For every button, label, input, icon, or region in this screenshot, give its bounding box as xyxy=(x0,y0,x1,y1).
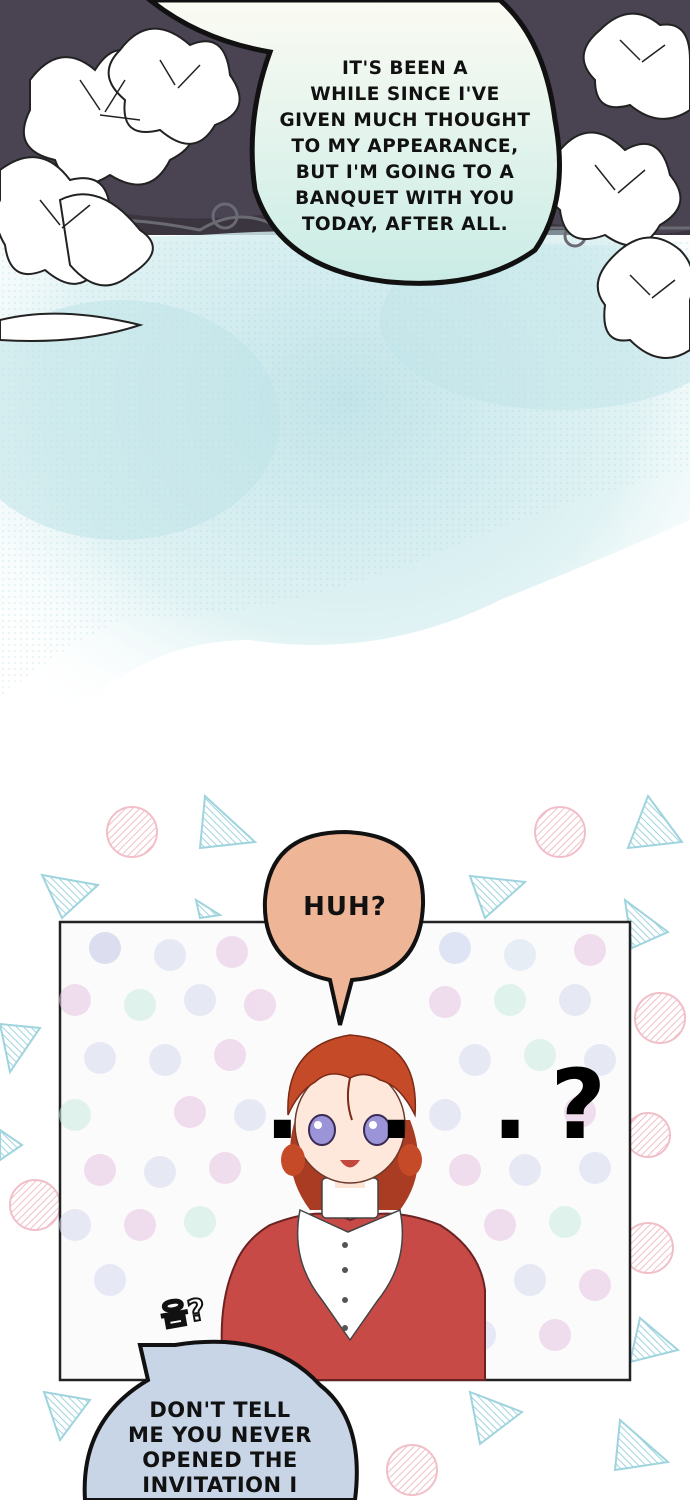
bottom-panel-artwork xyxy=(0,793,686,1500)
dialogue-line: OPENED THE xyxy=(142,1448,298,1472)
dialogue-line: INVITATION I xyxy=(142,1473,298,1497)
ellipsis-question-mark: . . .? xyxy=(108,1040,628,1170)
bottom-speech-bubble: DON'T TELL ME YOU NEVER OPENED THE INVIT… xyxy=(100,1398,340,1498)
dialogue-line: ME YOU NEVER xyxy=(128,1423,312,1447)
huh-text: HUH? xyxy=(303,892,387,922)
korean-sfx: 음? xyxy=(157,1284,209,1335)
huh-bubble: HUH? xyxy=(270,892,420,922)
dialogue-line: DON'T TELL xyxy=(149,1398,291,1422)
ellipsis-text: . . .? xyxy=(264,1049,628,1161)
korean-sfx-text: 음? xyxy=(157,1291,209,1335)
